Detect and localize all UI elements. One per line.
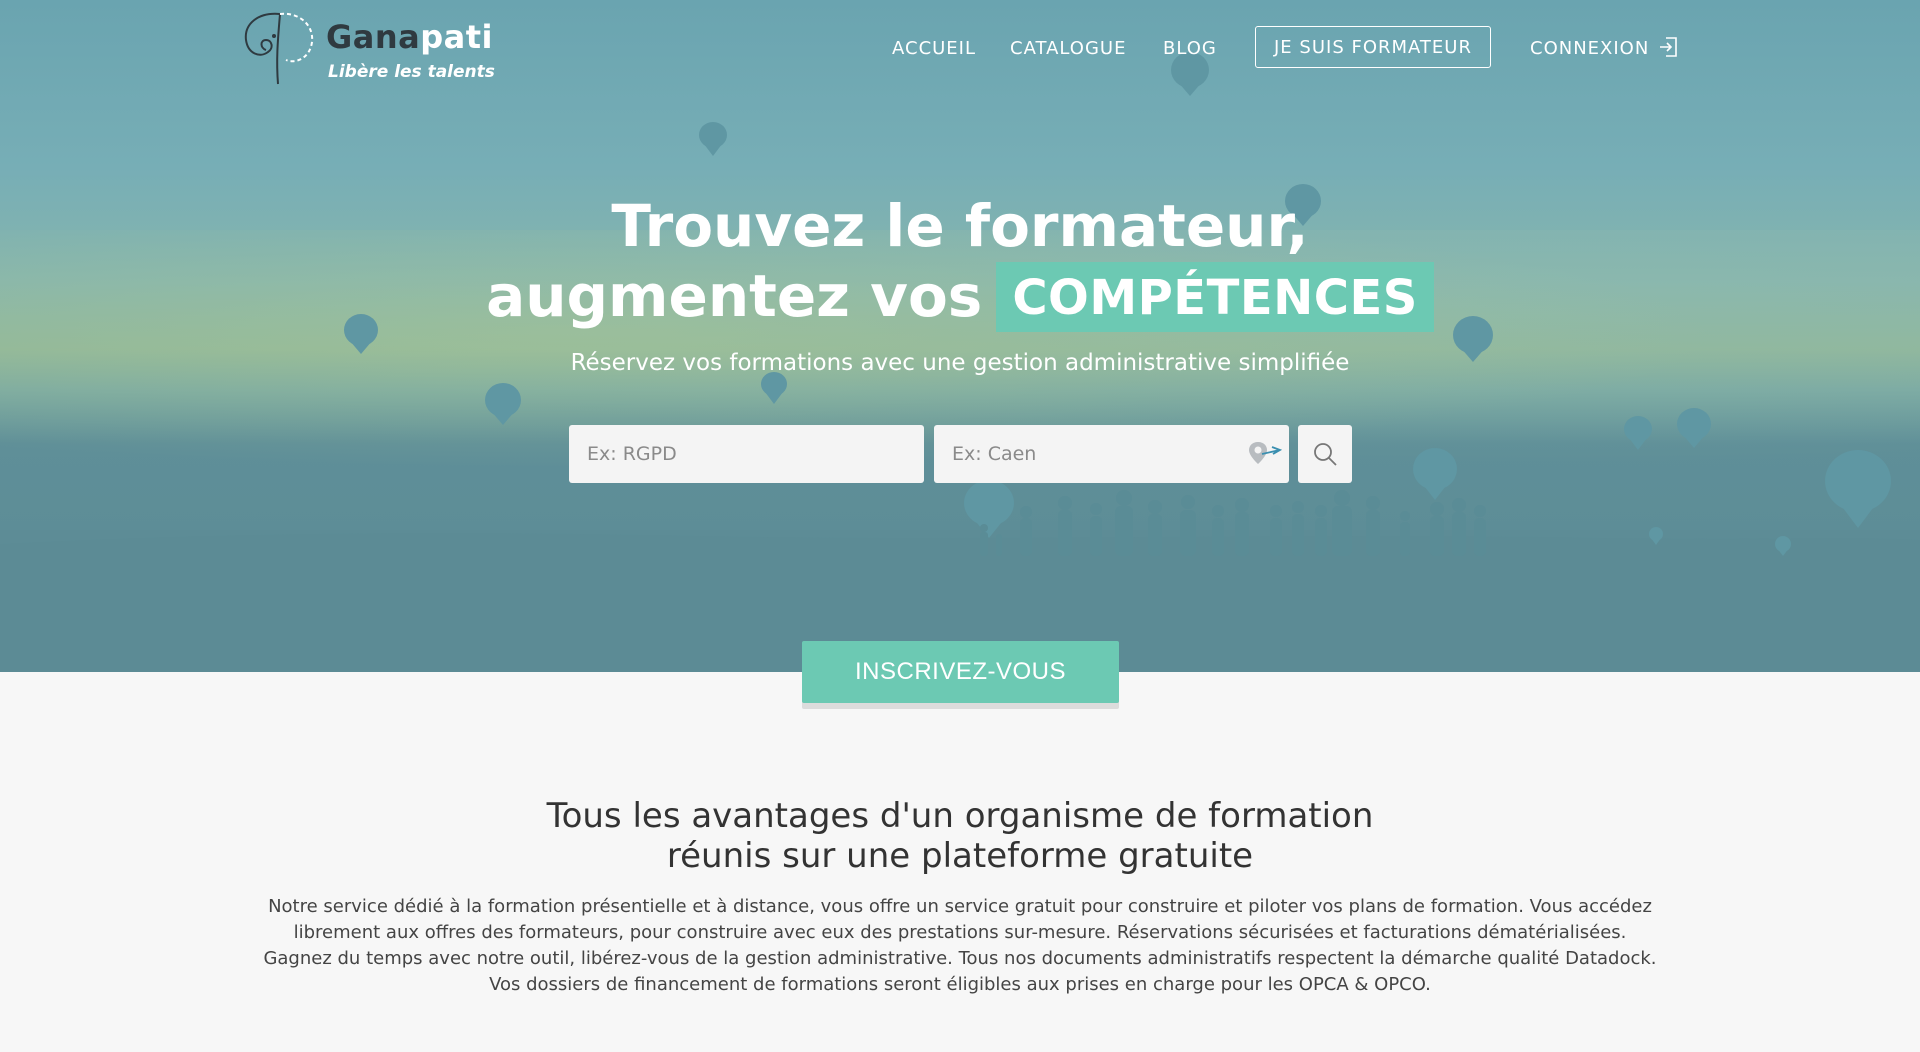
nav-home-link[interactable]: ACCUEIL bbox=[892, 38, 976, 59]
hero-background bbox=[0, 0, 1920, 672]
search-button[interactable] bbox=[1298, 425, 1352, 483]
geolocation-icon[interactable] bbox=[1246, 440, 1282, 466]
nav-blog-link[interactable]: BLOG bbox=[1163, 38, 1217, 59]
nav-catalogue-link[interactable]: CATALOGUE bbox=[1010, 38, 1126, 59]
balloon-icon bbox=[1775, 536, 1791, 556]
balloon-icon bbox=[1649, 527, 1663, 545]
search-icon bbox=[1314, 443, 1337, 466]
location-search-input[interactable] bbox=[934, 425, 1289, 483]
balloon-icon bbox=[1677, 408, 1711, 448]
hero-title-line1: Trouvez le formateur, bbox=[611, 192, 1309, 260]
login-icon[interactable] bbox=[1658, 36, 1678, 58]
hero-subtitle: Réservez vos formations avec une gestion… bbox=[570, 350, 1350, 376]
signup-button[interactable]: INSCRIVEZ-VOUS bbox=[802, 641, 1119, 703]
crowd-silhouette bbox=[980, 490, 1486, 556]
hero-title-line2: augmentez vos COMPÉTENCES bbox=[0, 262, 1920, 332]
balloon-icon bbox=[1825, 450, 1891, 528]
balloon-icon bbox=[761, 372, 787, 404]
balloon-icon bbox=[699, 122, 727, 156]
nav-login-link[interactable]: CONNEXION bbox=[1530, 38, 1649, 59]
training-search-input[interactable] bbox=[569, 425, 924, 483]
balloon-icon bbox=[1624, 416, 1652, 450]
advantages-paragraph-2: Gagnez du temps avec notre outil, libére… bbox=[263, 948, 1657, 995]
advantages-title-line1: Tous les avantages d'un organisme de for… bbox=[546, 796, 1374, 836]
balloon-icon bbox=[485, 383, 521, 425]
advantages-title-line2: réunis sur une plateforme gratuite bbox=[666, 836, 1254, 876]
hero-title-highlight: COMPÉTENCES bbox=[996, 262, 1434, 332]
trainer-button[interactable]: JE SUIS FORMATEUR bbox=[1255, 26, 1491, 68]
advantages-paragraph-1: Notre service dédié à la formation prése… bbox=[268, 896, 1652, 943]
hero-title-text: augmentez vos bbox=[486, 262, 983, 330]
top-navigation: ACCUEIL CATALOGUE BLOG JE SUIS FORMATEUR… bbox=[0, 26, 1920, 70]
